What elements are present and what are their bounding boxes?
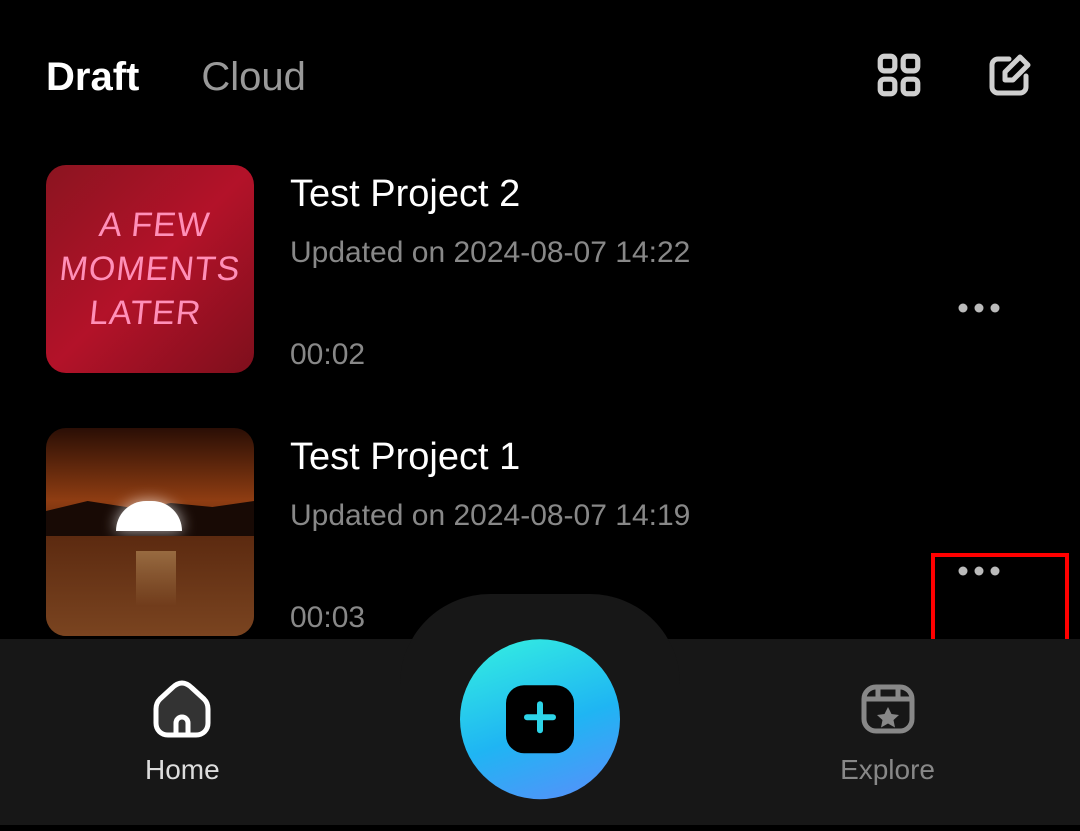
nav-label: Home bbox=[145, 754, 220, 786]
header: Draft Cloud bbox=[0, 0, 1080, 135]
more-icon bbox=[955, 301, 1003, 320]
project-title: Test Project 1 bbox=[290, 436, 1034, 479]
tab-cloud[interactable]: Cloud bbox=[201, 55, 306, 100]
thumbnail-caption: A FEW MOMENTS LATER bbox=[46, 203, 254, 336]
explore-icon bbox=[856, 679, 920, 744]
add-button[interactable] bbox=[460, 639, 620, 799]
plus-icon bbox=[521, 698, 559, 741]
tabs: Draft Cloud bbox=[46, 55, 306, 100]
nav-label: Explore bbox=[840, 754, 935, 786]
tab-draft[interactable]: Draft bbox=[46, 55, 139, 100]
nav-home[interactable]: Home bbox=[145, 679, 220, 786]
more-button[interactable] bbox=[914, 513, 1044, 633]
more-button[interactable] bbox=[914, 250, 1044, 370]
header-actions bbox=[874, 50, 1034, 105]
home-icon bbox=[150, 679, 214, 744]
nav-explore[interactable]: Explore bbox=[840, 679, 935, 786]
edit-icon[interactable] bbox=[986, 51, 1034, 104]
project-title: Test Project 2 bbox=[290, 173, 1034, 216]
project-item[interactable]: A FEW MOMENTS LATER Test Project 2 Updat… bbox=[46, 165, 1034, 373]
project-list: A FEW MOMENTS LATER Test Project 2 Updat… bbox=[0, 135, 1080, 636]
grid-view-icon[interactable] bbox=[874, 50, 924, 105]
bottom-nav: Home Explore bbox=[0, 639, 1080, 825]
project-thumbnail[interactable]: A FEW MOMENTS LATER bbox=[46, 165, 254, 373]
project-thumbnail[interactable] bbox=[46, 428, 254, 636]
